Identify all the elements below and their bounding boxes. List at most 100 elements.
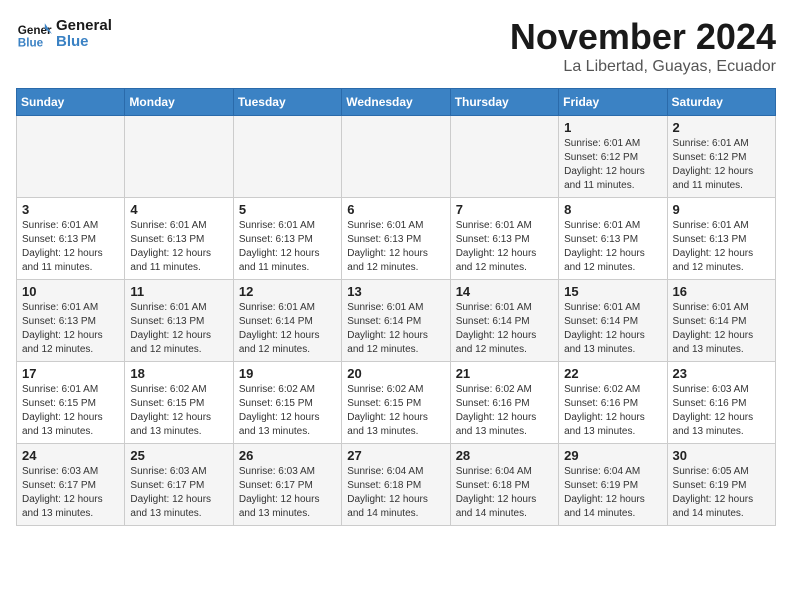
calendar-cell: 25 Sunrise: 6:03 AM Sunset: 6:17 PM Dayli… (125, 444, 233, 526)
day-info: Sunrise: 6:01 AM Sunset: 6:14 PM Dayligh… (456, 301, 553, 357)
day-info: Sunrise: 6:01 AM Sunset: 6:13 PM Dayligh… (22, 219, 119, 275)
day-number: 1 (564, 120, 661, 135)
day-info: Sunrise: 6:02 AM Sunset: 6:15 PM Dayligh… (130, 383, 227, 439)
day-info: Sunrise: 6:01 AM Sunset: 6:13 PM Dayligh… (130, 301, 227, 357)
logo-line1: General (56, 18, 112, 35)
calendar-cell: 19Sunrise: 6:02 AM Sunset: 6:15 PM Dayli… (233, 362, 341, 444)
day-info: Sunrise: 6:05 AM Sunset: 6:19 PM Dayligh… (673, 465, 770, 521)
calendar-cell: 26 Sunrise: 6:03 AM Sunset: 6:17 PM Dayli… (233, 444, 341, 526)
calendar-cell: 30 Sunrise: 6:05 AM Sunset: 6:19 PM Dayli… (667, 444, 775, 526)
month-title: November 2024 (510, 16, 776, 58)
day-number: 12 (239, 284, 336, 299)
day-number: 23 (673, 366, 770, 381)
day-info: Sunrise: 6:01 AM Sunset: 6:14 PM Dayligh… (564, 301, 661, 357)
day-number: 10 (22, 284, 119, 299)
svg-text:General: General (18, 24, 52, 37)
day-header-sunday: Sunday (17, 89, 125, 116)
day-number: 20 (347, 366, 444, 381)
day-header-saturday: Saturday (667, 89, 775, 116)
calendar-cell: 17 Sunrise: 6:01 AM Sunset: 6:15 PM Dayli… (17, 362, 125, 444)
day-number: 18 (130, 366, 227, 381)
day-info: Sunrise: 6:01 AM Sunset: 6:12 PM Dayligh… (673, 137, 770, 193)
day-info: Sunrise: 6:03 AM Sunset: 6:17 PM Dayligh… (130, 465, 227, 521)
day-number: 6 (347, 202, 444, 217)
calendar-cell: 15 Sunrise: 6:01 AM Sunset: 6:14 PM Dayli… (559, 280, 667, 362)
day-number: 4 (130, 202, 227, 217)
subtitle: La Libertad, Guayas, Ecuador (510, 58, 776, 76)
day-number: 9 (673, 202, 770, 217)
calendar-cell: 18 Sunrise: 6:02 AM Sunset: 6:15 PM Dayli… (125, 362, 233, 444)
calendar-cell: 9 Sunrise: 6:01 AM Sunset: 6:13 PM Daylig… (667, 198, 775, 280)
day-number: 11 (130, 284, 227, 299)
calendar-cell (233, 116, 341, 198)
day-number: 30 (673, 448, 770, 463)
calendar-cell: 23 Sunrise: 6:03 AM Sunset: 6:16 PM Dayli… (667, 362, 775, 444)
calendar-cell: 13 Sunrise: 6:01 AM Sunset: 6:14 PM Dayli… (342, 280, 450, 362)
day-info: Sunrise: 6:01 AM Sunset: 6:15 PM Dayligh… (22, 383, 119, 439)
calendar-cell: 11 Sunrise: 6:01 AM Sunset: 6:13 PM Dayli… (125, 280, 233, 362)
day-number: 21 (456, 366, 553, 381)
day-number: 5 (239, 202, 336, 217)
calendar-cell: 20 Sunrise: 6:02 AM Sunset: 6:15 PM Dayli… (342, 362, 450, 444)
day-info: Sunrise: 6:01 AM Sunset: 6:13 PM Dayligh… (130, 219, 227, 275)
day-number: 15 (564, 284, 661, 299)
day-info: Sunrise: 6:01 AM Sunset: 6:14 PM Dayligh… (673, 301, 770, 357)
calendar-cell (342, 116, 450, 198)
calendar-cell (17, 116, 125, 198)
day-info: Sunrise: 6:03 AM Sunset: 6:16 PM Dayligh… (673, 383, 770, 439)
day-info: Sunrise: 6:03 AM Sunset: 6:17 PM Dayligh… (239, 465, 336, 521)
day-number: 22 (564, 366, 661, 381)
day-info: Sunrise: 6:02 AM Sunset: 6:16 PM Dayligh… (456, 383, 553, 439)
day-info: Sunrise: 6:01 AM Sunset: 6:13 PM Dayligh… (456, 219, 553, 275)
calendar-cell: 10 Sunrise: 6:01 AM Sunset: 6:13 PM Dayli… (17, 280, 125, 362)
calendar-cell: 3 Sunrise: 6:01 AM Sunset: 6:13 PM Daylig… (17, 198, 125, 280)
day-number: 3 (22, 202, 119, 217)
title-area: November 2024 La Libertad, Guayas, Ecuad… (510, 16, 776, 76)
calendar-cell: 24 Sunrise: 6:03 AM Sunset: 6:17 PM Dayli… (17, 444, 125, 526)
day-info: Sunrise: 6:02 AM Sunset: 6:15 PM Dayligh… (239, 383, 336, 439)
day-header-thursday: Thursday (450, 89, 558, 116)
day-number: 29 (564, 448, 661, 463)
day-number: 26 (239, 448, 336, 463)
day-number: 17 (22, 366, 119, 381)
day-info: Sunrise: 6:03 AM Sunset: 6:17 PM Dayligh… (22, 465, 119, 521)
calendar-cell (450, 116, 558, 198)
day-header-wednesday: Wednesday (342, 89, 450, 116)
calendar-cell: 29Sunrise: 6:04 AM Sunset: 6:19 PM Dayli… (559, 444, 667, 526)
day-number: 27 (347, 448, 444, 463)
day-info: Sunrise: 6:02 AM Sunset: 6:16 PM Dayligh… (564, 383, 661, 439)
calendar-cell: 7Sunrise: 6:01 AM Sunset: 6:13 PM Daylig… (450, 198, 558, 280)
day-number: 14 (456, 284, 553, 299)
header: General Blue General Blue November 2024 … (16, 16, 776, 76)
day-header-tuesday: Tuesday (233, 89, 341, 116)
calendar-cell: 5 Sunrise: 6:01 AM Sunset: 6:13 PM Daylig… (233, 198, 341, 280)
calendar-cell: 6 Sunrise: 6:01 AM Sunset: 6:13 PM Daylig… (342, 198, 450, 280)
calendar-cell: 1 Sunrise: 6:01 AM Sunset: 6:12 PM Daylig… (559, 116, 667, 198)
day-number: 2 (673, 120, 770, 135)
logo-icon: General Blue (16, 16, 52, 52)
day-number: 28 (456, 448, 553, 463)
day-info: Sunrise: 6:01 AM Sunset: 6:13 PM Dayligh… (22, 301, 119, 357)
day-header-friday: Friday (559, 89, 667, 116)
day-info: Sunrise: 6:01 AM Sunset: 6:12 PM Dayligh… (564, 137, 661, 193)
day-info: Sunrise: 6:02 AM Sunset: 6:15 PM Dayligh… (347, 383, 444, 439)
day-header-monday: Monday (125, 89, 233, 116)
calendar-cell: 8Sunrise: 6:01 AM Sunset: 6:13 PM Daylig… (559, 198, 667, 280)
calendar-cell: 16Sunrise: 6:01 AM Sunset: 6:14 PM Dayli… (667, 280, 775, 362)
calendar-cell (125, 116, 233, 198)
svg-text:Blue: Blue (18, 37, 44, 50)
day-info: Sunrise: 6:01 AM Sunset: 6:14 PM Dayligh… (239, 301, 336, 357)
day-info: Sunrise: 6:01 AM Sunset: 6:14 PM Dayligh… (347, 301, 444, 357)
day-info: Sunrise: 6:01 AM Sunset: 6:13 PM Dayligh… (239, 219, 336, 275)
logo: General Blue General Blue (16, 16, 112, 52)
day-info: Sunrise: 6:01 AM Sunset: 6:13 PM Dayligh… (673, 219, 770, 275)
day-number: 25 (130, 448, 227, 463)
day-number: 24 (22, 448, 119, 463)
calendar-cell: 27 Sunrise: 6:04 AM Sunset: 6:18 PM Dayli… (342, 444, 450, 526)
day-info: Sunrise: 6:01 AM Sunset: 6:13 PM Dayligh… (347, 219, 444, 275)
day-number: 13 (347, 284, 444, 299)
calendar-cell: 21 Sunrise: 6:02 AM Sunset: 6:16 PM Dayli… (450, 362, 558, 444)
day-info: Sunrise: 6:04 AM Sunset: 6:18 PM Dayligh… (347, 465, 444, 521)
calendar-cell: 4 Sunrise: 6:01 AM Sunset: 6:13 PM Daylig… (125, 198, 233, 280)
calendar-table: SundayMondayTuesdayWednesdayThursdayFrid… (16, 88, 776, 526)
